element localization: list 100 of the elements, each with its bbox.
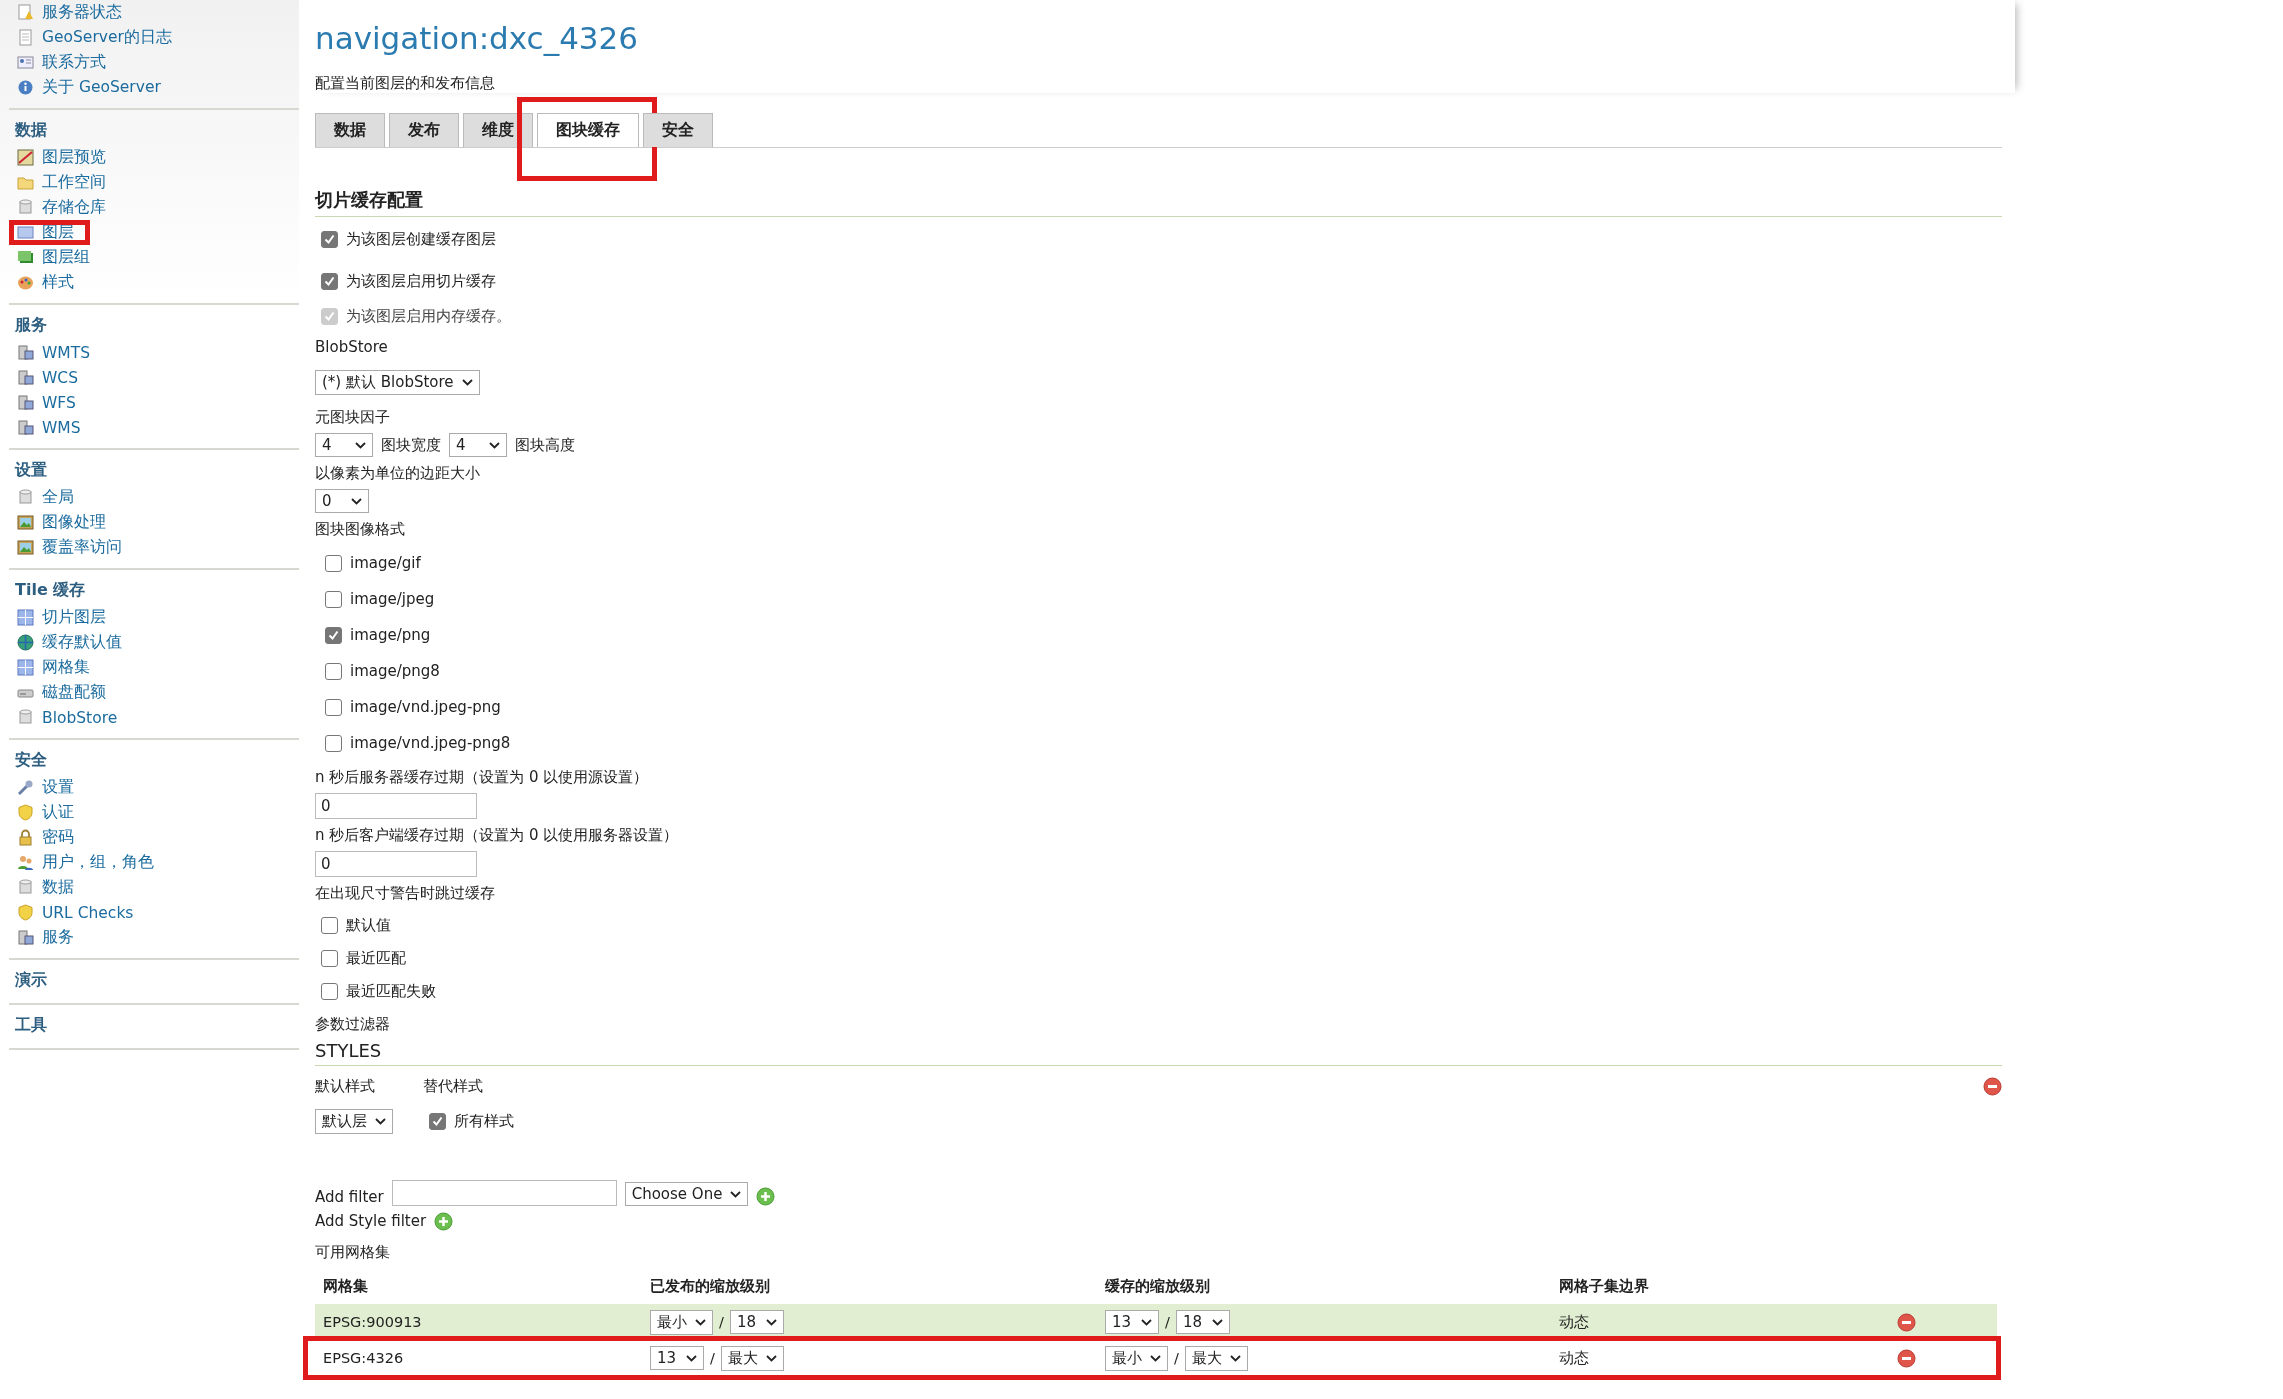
- field-label: n 秒后客户端缓存过期（设置为 0 以使用服务器设置）: [315, 825, 680, 846]
- sidebar-link[interactable]: 密码: [9, 825, 299, 850]
- map-icon: [17, 149, 34, 166]
- sidebar-link[interactable]: WFS: [9, 390, 299, 415]
- sidebar-link[interactable]: WCS: [9, 365, 299, 390]
- dropdown[interactable]: 最小: [650, 1309, 713, 1335]
- sidebar-link[interactable]: 全局: [9, 485, 299, 510]
- tab[interactable]: 维度: [463, 113, 533, 147]
- dropdown[interactable]: Choose One: [624, 1182, 749, 1206]
- server-icon: [17, 929, 34, 946]
- checkbox[interactable]: [325, 554, 342, 572]
- sidebar-link[interactable]: WMTS: [9, 340, 299, 365]
- sidebar-link[interactable]: 存储仓库: [9, 195, 299, 220]
- dropdown[interactable]: 18: [1175, 1310, 1230, 1334]
- checkbox[interactable]: [325, 734, 342, 752]
- sidebar-link[interactable]: 图层组: [9, 245, 299, 270]
- layer-icon: [17, 224, 34, 241]
- checkbox[interactable]: [321, 917, 338, 934]
- sidebar-heading: 数据: [14, 119, 48, 141]
- sidebar-link[interactable]: GeoServer的日志: [9, 25, 299, 50]
- checkbox-label: 所有样式: [454, 1111, 514, 1131]
- sidebar-link[interactable]: 用户，组，角色: [9, 850, 299, 875]
- sidebar-link[interactable]: 服务: [9, 925, 299, 950]
- sidebar-link[interactable]: 工作空间: [9, 170, 299, 195]
- dropdown[interactable]: (*) 默认 BlobStore: [315, 369, 480, 395]
- remove-icon[interactable]: [1983, 1076, 2002, 1096]
- input-field[interactable]: [391, 1180, 617, 1206]
- dropdown[interactable]: 4: [449, 433, 507, 457]
- sidebar-link[interactable]: 图像处理: [9, 510, 299, 535]
- input-field[interactable]: 0: [315, 851, 477, 877]
- page-title: navigation:dxc_4326: [315, 20, 640, 56]
- checkbox[interactable]: [321, 272, 338, 290]
- sidebar-heading: Tile 缓存: [14, 579, 87, 601]
- field-label: 替代样式: [423, 1076, 483, 1096]
- sidebar-link[interactable]: URL Checks: [9, 900, 299, 925]
- sidebar-link[interactable]: 关于 GeoServer: [9, 75, 299, 100]
- checkbox[interactable]: [321, 950, 338, 967]
- checkbox-label: 为该图层启用切片缓存: [346, 271, 496, 291]
- dropdown[interactable]: 最大: [1184, 1345, 1248, 1371]
- checkbox[interactable]: [321, 983, 338, 1000]
- sidebar-link[interactable]: WMS: [9, 415, 299, 440]
- field-label: 元图块因子: [315, 407, 391, 428]
- checkmark-icon: [324, 310, 335, 322]
- checkbox[interactable]: [429, 1112, 446, 1130]
- sidebar-link[interactable]: BlobStore: [9, 705, 299, 730]
- sidebar-link[interactable]: 切片图层: [9, 605, 299, 630]
- wrench-icon: [17, 779, 34, 796]
- dropdown[interactable]: 默认层: [315, 1108, 393, 1134]
- tab[interactable]: 发布: [389, 113, 459, 147]
- field-label: Add filter: [315, 1188, 384, 1206]
- palette-icon: [17, 274, 34, 291]
- separator-text: /: [710, 1350, 715, 1366]
- sidebar-link[interactable]: 联系方式: [9, 50, 299, 75]
- checkbox[interactable]: [321, 230, 338, 248]
- field-label: 图块宽度: [381, 435, 441, 455]
- checkbox[interactable]: [325, 662, 342, 680]
- tab[interactable]: 图块缓存: [537, 113, 639, 147]
- dropdown[interactable]: 18: [729, 1310, 784, 1334]
- sidebar-link[interactable]: 覆盖率访问: [9, 535, 299, 560]
- add-icon[interactable]: [434, 1211, 454, 1231]
- checkbox-label: image/vnd.jpeg-png8: [350, 734, 511, 752]
- sidebar-link[interactable]: 设置: [9, 775, 299, 800]
- checkbox-label: 为该图层启用内存缓存。: [346, 306, 511, 326]
- checkbox[interactable]: [325, 698, 342, 716]
- sidebar-link[interactable]: 网格集: [9, 655, 299, 680]
- tab[interactable]: 安全: [643, 113, 713, 147]
- field-label: 以像素为单位的边距大小: [315, 463, 481, 484]
- sidebar-link[interactable]: 样式: [9, 270, 299, 295]
- dropdown[interactable]: 0: [315, 489, 369, 513]
- shield-icon: [17, 804, 34, 821]
- sidebar-link[interactable]: 认证: [9, 800, 299, 825]
- sidebar-link[interactable]: 服务器状态: [9, 0, 299, 25]
- table-cell: EPSG:900913: [323, 1314, 422, 1330]
- dropdown[interactable]: 13: [1105, 1310, 1159, 1334]
- remove-icon[interactable]: [1897, 1348, 1916, 1368]
- sidebar-link[interactable]: 图层预览: [9, 145, 299, 170]
- sidebar-link[interactable]: 图层: [9, 220, 299, 245]
- server-icon: [17, 394, 34, 411]
- tab[interactable]: 数据: [315, 113, 385, 147]
- dropdown[interactable]: 最小: [1105, 1345, 1168, 1371]
- checkbox[interactable]: [325, 590, 342, 608]
- users-icon: [17, 854, 34, 871]
- field-label: 图块高度: [515, 435, 575, 455]
- dropdown[interactable]: 最大: [720, 1345, 784, 1371]
- column-header: 缓存的缩放级别: [1105, 1276, 1210, 1296]
- checkmark-icon: [324, 275, 335, 287]
- dropdown[interactable]: 13: [650, 1346, 704, 1370]
- sidebar-link[interactable]: 缓存默认值: [9, 630, 299, 655]
- remove-icon[interactable]: [1897, 1312, 1916, 1332]
- section-heading: 切片缓存配置: [315, 188, 2002, 217]
- caret-icon: [765, 1318, 777, 1326]
- add-icon[interactable]: [756, 1187, 776, 1206]
- caret-icon: [1141, 1318, 1152, 1326]
- grid-icon: [17, 609, 34, 626]
- input-field[interactable]: 0: [315, 793, 477, 819]
- dropdown[interactable]: 4: [315, 433, 373, 457]
- sidebar-heading: 安全: [14, 749, 48, 771]
- sidebar-link[interactable]: 数据: [9, 875, 299, 900]
- sidebar-link[interactable]: 磁盘配额: [9, 680, 299, 705]
- checkbox[interactable]: [325, 626, 342, 644]
